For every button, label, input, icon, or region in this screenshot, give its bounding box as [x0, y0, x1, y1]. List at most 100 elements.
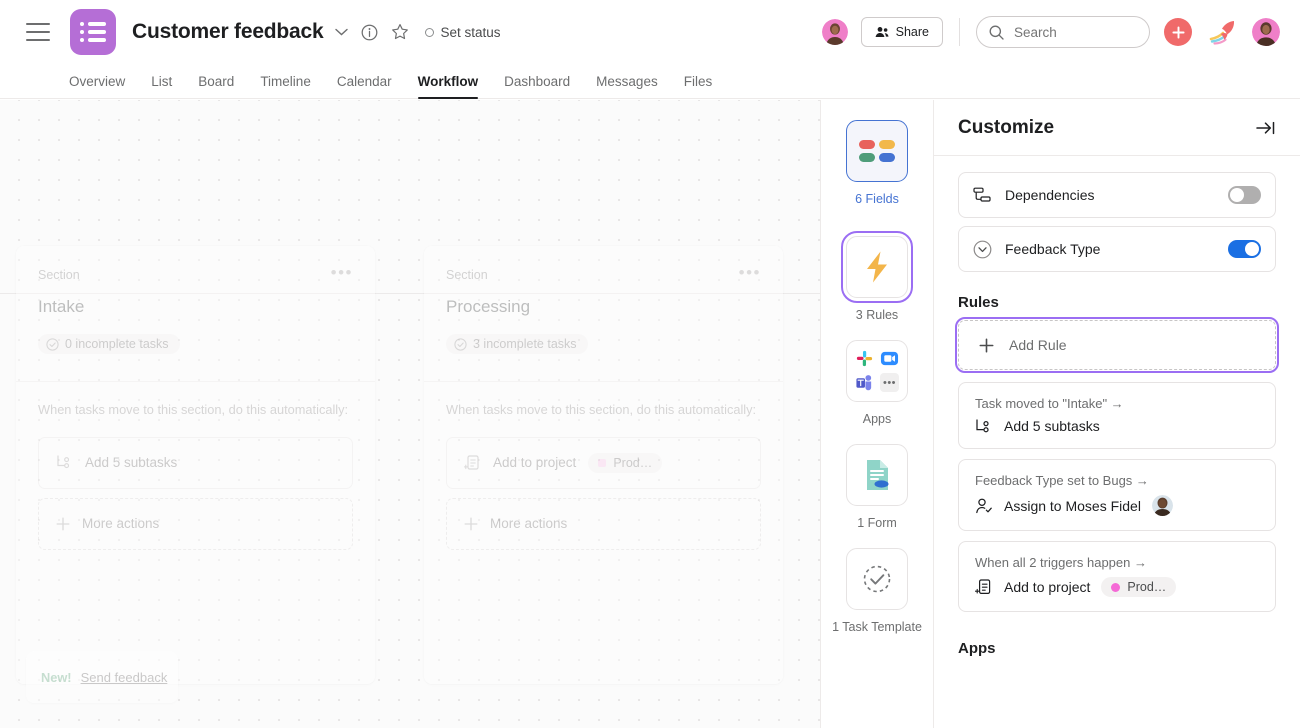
- rail-label-fields: 6 Fields: [855, 191, 899, 208]
- add-to-project-icon: [975, 578, 993, 596]
- send-feedback-toast[interactable]: New! Send feedback: [26, 651, 178, 703]
- tab-calendar[interactable]: Calendar: [324, 74, 405, 98]
- rail-label-apps: Apps: [863, 411, 892, 428]
- incomplete-tasks-badge[interactable]: 0 incomplete tasks: [38, 334, 180, 354]
- tab-list[interactable]: List: [138, 74, 185, 98]
- set-status-button[interactable]: Set status: [425, 25, 501, 40]
- avatar[interactable]: [1252, 18, 1280, 46]
- tab-overview[interactable]: Overview: [56, 74, 138, 98]
- tab-dashboard[interactable]: Dashboard: [491, 74, 583, 98]
- section-more-actions[interactable]: More actions: [446, 498, 761, 550]
- section-kicker: Section: [446, 268, 488, 282]
- tab-workflow[interactable]: Workflow: [405, 74, 492, 98]
- more-actions-label: More actions: [82, 516, 159, 531]
- rail-label-task-template: 1 Task Template: [832, 619, 922, 636]
- share-label: Share: [896, 25, 929, 39]
- status-ring-icon: [425, 28, 434, 37]
- incomplete-tasks-label: 3 incomplete tasks: [473, 337, 577, 351]
- slack-icon: [855, 349, 874, 368]
- option-row-dependencies[interactable]: Dependencies: [958, 172, 1276, 218]
- rail-item-apps[interactable]: ••• Apps: [846, 340, 908, 428]
- customize-title: Customize: [958, 117, 1054, 139]
- project-chip[interactable]: Prod…: [588, 453, 662, 473]
- section-kicker: Section: [38, 268, 80, 282]
- feedback-type-toggle[interactable]: [1228, 240, 1261, 258]
- plus-icon: [464, 517, 478, 531]
- rule-trigger: Feedback Type set to Bugs →: [975, 473, 1259, 488]
- rail-label-form: 1 Form: [857, 515, 897, 532]
- rule-card[interactable]: Task moved to "Intake" → Add 5 subtasks: [958, 382, 1276, 449]
- workflow-canvas[interactable]: Section ••• Intake 0 incomplete tasks Wh…: [0, 100, 820, 728]
- avatar[interactable]: [822, 19, 848, 45]
- incomplete-tasks-badge[interactable]: 3 incomplete tasks: [446, 334, 588, 354]
- list-project-icon[interactable]: [70, 9, 116, 55]
- tab-messages[interactable]: Messages: [583, 74, 671, 98]
- tab-board[interactable]: Board: [185, 74, 247, 98]
- rail-item-rules[interactable]: 3 Rules: [846, 236, 908, 324]
- section-automation-text: When tasks move to this section, do this…: [446, 401, 761, 420]
- rule-action: Add 5 subtasks: [975, 418, 1259, 434]
- dependencies-toggle[interactable]: [1228, 186, 1261, 204]
- section-card-intake[interactable]: Section ••• Intake 0 incomplete tasks Wh…: [16, 246, 375, 684]
- view-tabs: Overview List Board Timeline Calendar Wo…: [0, 64, 1300, 99]
- top-bar: Customer feedback Set status: [0, 0, 1300, 64]
- section-automation-text: When tasks move to this section, do this…: [38, 401, 353, 420]
- rail-item-task-template[interactable]: 1 Task Template: [832, 548, 922, 636]
- tab-files[interactable]: Files: [671, 74, 726, 98]
- section-card-processing[interactable]: Section ••• Processing 3 incomplete task…: [424, 246, 783, 684]
- customize-panel: Customize Dependencies Feedback Type Rul…: [934, 100, 1300, 728]
- plus-icon: [979, 338, 994, 353]
- section-more-actions[interactable]: More actions: [38, 498, 353, 550]
- search-input[interactable]: [976, 16, 1150, 48]
- chevron-down-icon[interactable]: [335, 28, 348, 36]
- share-button[interactable]: Share: [861, 17, 943, 47]
- check-circle-icon: [46, 338, 59, 351]
- rule-action-label: Add 5 subtasks: [1004, 418, 1100, 434]
- project-color-swatch: [598, 459, 606, 467]
- project-chip[interactable]: Prod…: [1101, 577, 1176, 597]
- hamburger-icon[interactable]: [26, 23, 50, 41]
- tab-timeline[interactable]: Timeline: [247, 74, 324, 98]
- collapse-panel-icon[interactable]: [1256, 120, 1276, 136]
- incomplete-tasks-label: 0 incomplete tasks: [65, 337, 169, 351]
- star-icon[interactable]: [391, 23, 409, 41]
- rule-trigger: When all 2 triggers happen →: [975, 555, 1259, 570]
- avatar[interactable]: [1152, 495, 1173, 516]
- project-chip-label: Prod…: [613, 456, 652, 470]
- apps-icon[interactable]: •••: [846, 340, 908, 402]
- check-circle-icon: [454, 338, 467, 351]
- project-color-swatch: [1111, 583, 1120, 592]
- rail-item-form[interactable]: 1 Form: [846, 444, 908, 532]
- option-row-feedback-type[interactable]: Feedback Type: [958, 226, 1276, 272]
- section-menu-icon[interactable]: •••: [331, 268, 353, 278]
- info-circle-icon[interactable]: [361, 24, 378, 41]
- add-rule-button[interactable]: Add Rule: [958, 320, 1276, 370]
- customization-rail: 6 Fields 3 Rules ••• Apps: [820, 100, 934, 728]
- new-badge-label: New!: [41, 670, 72, 685]
- section-action-add-to-project[interactable]: Add to project Prod…: [446, 437, 761, 489]
- asana-workflow-screen: Customer feedback Set status: [0, 0, 1300, 728]
- assign-user-icon: [975, 498, 993, 514]
- create-button[interactable]: [1164, 18, 1192, 46]
- lightning-bolt-icon[interactable]: [846, 236, 908, 298]
- zoom-icon: [880, 349, 899, 368]
- set-status-label: Set status: [441, 25, 501, 40]
- page-title: Customer feedback: [132, 20, 324, 44]
- search-field[interactable]: [1014, 25, 1124, 40]
- form-document-icon[interactable]: [846, 444, 908, 506]
- rule-card[interactable]: Feedback Type set to Bugs → Assign to Mo…: [958, 459, 1276, 531]
- rocket-icon[interactable]: [1208, 19, 1238, 45]
- task-template-icon[interactable]: [846, 548, 908, 610]
- more-apps-icon[interactable]: •••: [880, 373, 899, 392]
- section-body: When tasks move to this section, do this…: [424, 382, 783, 550]
- fields-grid-icon[interactable]: [846, 120, 908, 182]
- option-label: Feedback Type: [1005, 241, 1100, 257]
- send-feedback-link[interactable]: Send feedback: [81, 670, 168, 685]
- rail-item-fields[interactable]: 6 Fields: [846, 120, 908, 208]
- section-action-add-subtasks[interactable]: Add 5 subtasks: [38, 437, 353, 489]
- section-menu-icon[interactable]: •••: [739, 268, 761, 278]
- more-actions-label: More actions: [490, 516, 567, 531]
- rule-card[interactable]: When all 2 triggers happen → Add to proj…: [958, 541, 1276, 612]
- section-action-label: Add to project: [493, 455, 576, 470]
- rule-action-label: Add to project: [1004, 579, 1090, 595]
